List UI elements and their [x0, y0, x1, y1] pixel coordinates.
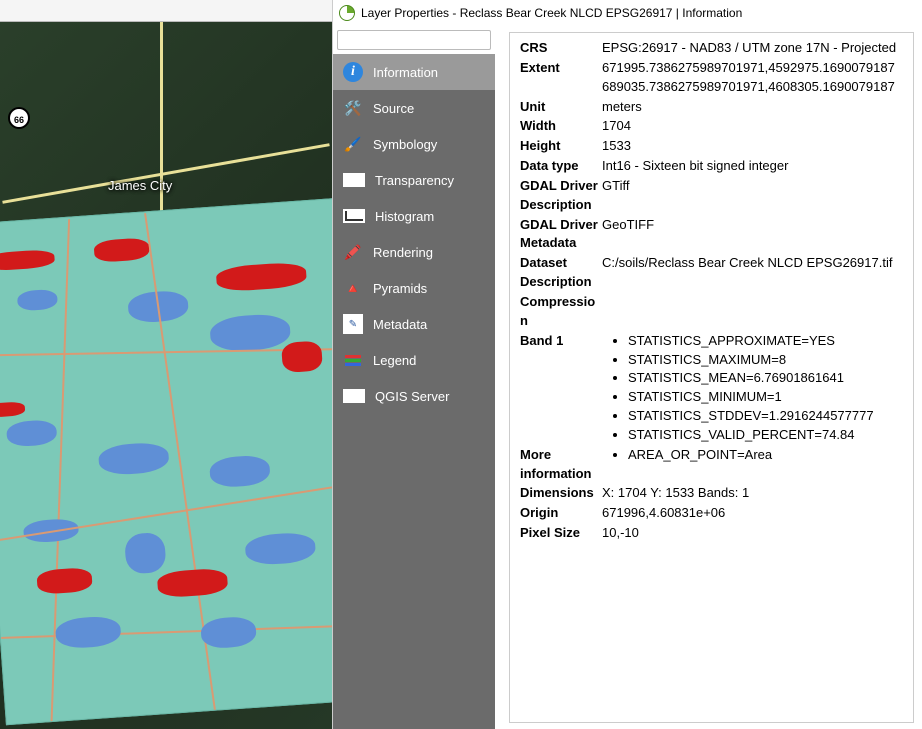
- sidebar-item-legend[interactable]: Legend: [333, 342, 495, 378]
- server-icon: [343, 389, 365, 403]
- label-dimensions: Dimensions: [520, 484, 602, 503]
- value-dimensions: X: 1704 Y: 1533 Bands: 1: [602, 484, 907, 503]
- value-gdal-meta: GeoTIFF: [602, 216, 907, 254]
- band1-stat: STATISTICS_VALID_PERCENT=74.84: [628, 426, 907, 445]
- value-height: 1533: [602, 137, 907, 156]
- map-road: [2, 143, 329, 204]
- label-width: Width: [520, 117, 602, 136]
- sidebar-item-rendering[interactable]: 🖍️ Rendering: [333, 234, 495, 270]
- dialog-titlebar[interactable]: Layer Properties - Reclass Bear Creek NL…: [333, 0, 922, 26]
- sidebar-item-metadata[interactable]: ✎ Metadata: [333, 306, 495, 342]
- metadata-icon: ✎: [343, 314, 363, 334]
- more-info-list: AREA_OR_POINT=Area: [602, 446, 907, 465]
- value-pixel-size: 10,-10: [602, 524, 907, 543]
- sidebar-item-information[interactable]: i Information: [333, 54, 495, 90]
- label-crs: CRS: [520, 39, 602, 58]
- sidebar-search-input[interactable]: [337, 30, 491, 50]
- value-compression: [602, 293, 907, 331]
- histogram-icon: [343, 209, 365, 223]
- sidebar-item-label: Information: [373, 65, 438, 80]
- value-extent: 671995.7386275989701971,4592975.16900791…: [602, 59, 907, 97]
- sidebar-item-label: Pyramids: [373, 281, 427, 296]
- sidebar-item-label: QGIS Server: [375, 389, 449, 404]
- sidebar-item-transparency[interactable]: Transparency: [333, 162, 495, 198]
- sidebar-item-label: Metadata: [373, 317, 427, 332]
- band1-stat: STATISTICS_MINIMUM=1: [628, 388, 907, 407]
- label-unit: Unit: [520, 98, 602, 117]
- sidebar-item-qgis-server[interactable]: QGIS Server: [333, 378, 495, 414]
- legend-icon: [343, 350, 363, 370]
- label-origin: Origin: [520, 504, 602, 523]
- band1-stat: STATISTICS_APPROXIMATE=YES: [628, 332, 907, 351]
- qgis-logo-icon: [339, 5, 355, 21]
- label-dataset-desc: Dataset Description: [520, 254, 602, 292]
- band1-stat: STATISTICS_STDDEV=1.2916244577777: [628, 407, 907, 426]
- band1-stat: STATISTICS_MEAN=6.76901861641: [628, 369, 907, 388]
- label-pixel-size: Pixel Size: [520, 524, 602, 543]
- pyramids-icon: 🔺: [343, 278, 363, 298]
- raster-layer: [0, 198, 332, 726]
- label-more-info: More information: [520, 446, 602, 484]
- info-icon: i: [343, 62, 363, 82]
- label-compression: Compression: [520, 293, 602, 331]
- label-height: Height: [520, 137, 602, 156]
- sidebar-item-symbology[interactable]: 🖌️ Symbology: [333, 126, 495, 162]
- sidebar-item-source[interactable]: 🛠️ Source: [333, 90, 495, 126]
- more-info-item: AREA_OR_POINT=Area: [628, 446, 907, 465]
- label-extent: Extent: [520, 59, 602, 97]
- value-width: 1704: [602, 117, 907, 136]
- value-unit: meters: [602, 98, 907, 117]
- sidebar-item-pyramids[interactable]: 🔺 Pyramids: [333, 270, 495, 306]
- label-gdal-desc: GDAL Driver Description: [520, 177, 602, 215]
- map-canvas[interactable]: 66 James City: [0, 22, 332, 729]
- city-label: James City: [108, 178, 172, 193]
- properties-sidebar: i Information 🛠️ Source 🖌️ Symbology Tra…: [333, 26, 495, 729]
- transparency-icon: [343, 173, 365, 187]
- sidebar-item-histogram[interactable]: Histogram: [333, 198, 495, 234]
- band1-stat: STATISTICS_MAXIMUM=8: [628, 351, 907, 370]
- dialog-title: Layer Properties - Reclass Bear Creek NL…: [361, 6, 742, 20]
- label-data-type: Data type: [520, 157, 602, 176]
- sidebar-item-label: Histogram: [375, 209, 434, 224]
- value-dataset-desc: C:/soils/Reclass Bear Creek NLCD EPSG269…: [602, 254, 907, 292]
- value-origin: 671996,4.60831e+06: [602, 504, 907, 523]
- brush-icon: 🖌️: [343, 134, 363, 154]
- sidebar-item-label: Rendering: [373, 245, 433, 260]
- wrench-icon: 🛠️: [343, 98, 363, 118]
- layer-properties-dialog: Layer Properties - Reclass Bear Creek NL…: [332, 0, 922, 729]
- sidebar-item-label: Symbology: [373, 137, 437, 152]
- value-data-type: Int16 - Sixteen bit signed integer: [602, 157, 907, 176]
- sidebar-item-label: Transparency: [375, 173, 454, 188]
- label-gdal-meta: GDAL Driver Metadata: [520, 216, 602, 254]
- label-band1: Band 1: [520, 332, 602, 445]
- rendering-icon: 🖍️: [343, 242, 363, 262]
- value-gdal-desc: GTiff: [602, 177, 907, 215]
- sidebar-item-label: Source: [373, 101, 414, 116]
- value-crs: EPSG:26917 - NAD83 / UTM zone 17N - Proj…: [602, 39, 907, 58]
- sidebar-item-label: Legend: [373, 353, 416, 368]
- band1-stats-list: STATISTICS_APPROXIMATE=YES STATISTICS_MA…: [602, 332, 907, 445]
- map-top-toolbar: [0, 0, 332, 22]
- highway-shield: 66: [8, 107, 30, 129]
- information-panel[interactable]: CRSEPSG:26917 - NAD83 / UTM zone 17N - P…: [495, 26, 922, 729]
